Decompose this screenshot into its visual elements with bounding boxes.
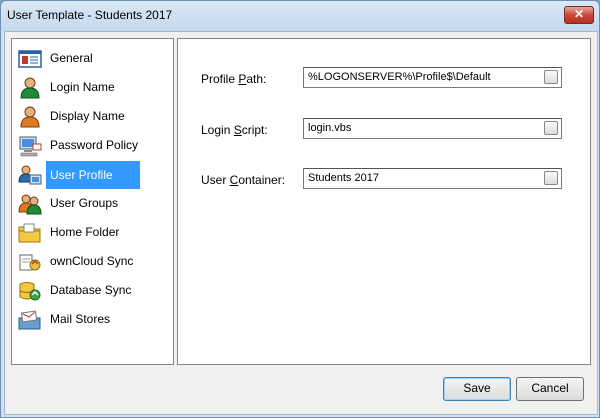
database-sync-icon xyxy=(19,282,41,301)
nav-item-login-name[interactable]: Login Name xyxy=(14,74,170,102)
nav-item-password-policy[interactable]: Password Policy xyxy=(14,132,170,160)
nav-label: General xyxy=(50,51,93,65)
mail-store-icon xyxy=(18,310,41,330)
cloud-sync-icon xyxy=(19,254,41,271)
nav-label: Password Policy xyxy=(50,138,139,152)
nav-item-user-groups[interactable]: User Groups xyxy=(14,190,170,218)
close-icon: ✕ xyxy=(573,7,585,21)
profile-path-label: Profile Path: xyxy=(201,72,267,86)
nav-label: Display Name xyxy=(50,109,125,123)
nav-label: ownCloud Sync xyxy=(50,254,134,268)
login-script-label: Login Script: xyxy=(201,123,268,137)
nav-item-owncloud-sync[interactable]: ownCloud Sync xyxy=(14,248,170,276)
computer-password-icon xyxy=(19,136,42,157)
nav-item-mail-stores[interactable]: Mail Stores xyxy=(14,306,170,334)
profile-path-field[interactable]: %LOGONSERVER%\Profile$\Default xyxy=(303,67,562,88)
close-button[interactable]: ✕ xyxy=(564,6,594,24)
nav-label: Home Folder xyxy=(50,225,120,239)
nav-label: User Groups xyxy=(50,196,119,210)
dialog-client-area: General Login Name Display Name Password… xyxy=(4,31,598,415)
login-script-value: login.vbs xyxy=(308,122,352,134)
nav-item-home-folder[interactable]: Home Folder xyxy=(14,219,170,247)
profile-path-value: %LOGONSERVER%\Profile$\Default xyxy=(308,71,491,83)
nav-label: Database Sync xyxy=(50,283,132,297)
nav-item-display-name[interactable]: Display Name xyxy=(14,103,170,131)
user-container-value: Students 2017 xyxy=(308,172,379,184)
dialog-window: User Template - Students 2017 ✕ General … xyxy=(0,0,600,418)
user-container-browse-button[interactable] xyxy=(544,171,558,185)
user-profile-panel: Profile Path: %LOGONSERVER%\Profile$\Def… xyxy=(177,38,591,365)
title-bar[interactable]: User Template - Students 2017 ✕ xyxy=(1,1,599,31)
user-container-field[interactable]: Students 2017 xyxy=(303,168,562,189)
nav-label: User Profile xyxy=(46,161,140,189)
cancel-button[interactable]: Cancel xyxy=(516,377,584,401)
nav-label: Login Name xyxy=(50,80,115,94)
settings-nav-list: General Login Name Display Name Password… xyxy=(11,38,174,365)
nav-label: Mail Stores xyxy=(50,312,111,326)
nav-item-general[interactable]: General xyxy=(14,45,170,73)
user-container-label: User Container: xyxy=(201,173,286,187)
general-card-icon xyxy=(18,50,42,68)
window-title: User Template - Students 2017 xyxy=(7,8,173,22)
login-script-field[interactable]: login.vbs xyxy=(303,118,562,139)
user-group-icon xyxy=(18,194,42,215)
folder-icon xyxy=(18,223,41,243)
nav-item-user-profile[interactable]: User Profile xyxy=(14,161,170,189)
profile-path-browse-button[interactable] xyxy=(544,70,558,84)
user-icon xyxy=(20,106,40,128)
nav-item-database-sync[interactable]: Database Sync xyxy=(14,277,170,305)
save-button[interactable]: Save xyxy=(443,377,511,401)
login-script-browse-button[interactable] xyxy=(544,121,558,135)
user-icon xyxy=(20,77,40,99)
user-profile-icon xyxy=(18,165,42,185)
